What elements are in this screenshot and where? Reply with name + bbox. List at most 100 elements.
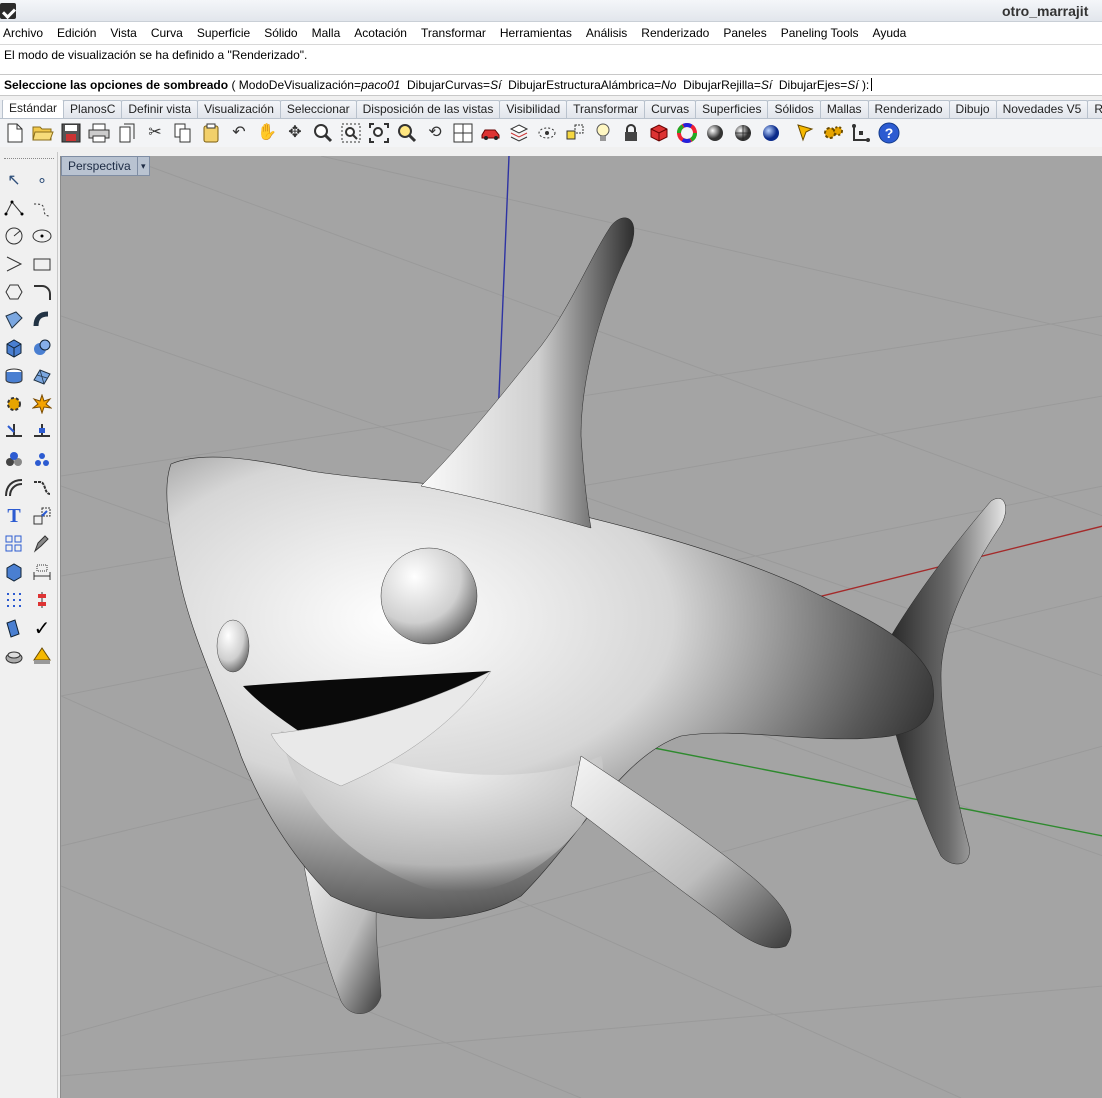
mesh-icon[interactable]: [28, 362, 56, 390]
layer-icon[interactable]: [508, 122, 530, 144]
tab-seleccionar[interactable]: Seleccionar: [279, 100, 357, 118]
text-icon[interactable]: T: [0, 502, 28, 530]
menu-paneling-tools[interactable]: Paneling Tools: [774, 26, 866, 40]
tab-visibilidad[interactable]: Visibilidad: [499, 100, 568, 118]
tab-definir-vista[interactable]: Definir vista: [121, 100, 199, 118]
zoom-selected-icon[interactable]: [396, 122, 418, 144]
osnap-icon[interactable]: [564, 122, 586, 144]
arc-icon[interactable]: [0, 250, 28, 278]
split-icon[interactable]: [28, 418, 56, 446]
option-draw-grid[interactable]: DibujarRejilla=Sí: [683, 78, 772, 92]
point-icon[interactable]: ∘: [28, 166, 56, 194]
solid-edit-icon[interactable]: [0, 558, 28, 586]
car-icon[interactable]: [480, 122, 502, 144]
zoom-window-icon[interactable]: [340, 122, 362, 144]
paint-icon[interactable]: [28, 642, 56, 670]
lock-icon[interactable]: [620, 122, 642, 144]
menu-acotacion[interactable]: Acotación: [347, 26, 414, 40]
menu-curva[interactable]: Curva: [144, 26, 190, 40]
save-icon[interactable]: [60, 122, 82, 144]
explode-icon[interactable]: [28, 390, 56, 418]
dimension-icon[interactable]: [28, 558, 56, 586]
tab-planosc[interactable]: PlanosC: [63, 100, 123, 118]
tab-estandar[interactable]: Estándar: [2, 100, 65, 118]
tab-renderizado[interactable]: Renderizado: [867, 100, 950, 118]
tab-solidos[interactable]: Sólidos: [767, 100, 821, 118]
tab-novedades-v5[interactable]: Novedades V5: [995, 100, 1089, 118]
fillet-icon[interactable]: [28, 278, 56, 306]
blend-icon[interactable]: [28, 474, 56, 502]
array-icon[interactable]: [0, 530, 28, 558]
new-file-icon[interactable]: [4, 122, 26, 144]
pointer-icon[interactable]: ↖: [0, 166, 28, 194]
grid-array-icon[interactable]: [0, 586, 28, 614]
menu-herramientas[interactable]: Herramientas: [493, 26, 579, 40]
rhino-app-icon[interactable]: [0, 3, 16, 19]
four-viewports-icon[interactable]: [452, 122, 474, 144]
perspective-viewport[interactable]: Perspectiva ▾: [60, 156, 1102, 1098]
paste-icon[interactable]: [200, 122, 222, 144]
menu-vista[interactable]: Vista: [103, 26, 143, 40]
menu-renderizado[interactable]: Renderizado: [634, 26, 716, 40]
sphere-shade-icon[interactable]: [732, 122, 754, 144]
rotate-view-icon[interactable]: ✥: [284, 122, 306, 144]
sidebar-grip[interactable]: [4, 158, 54, 161]
menu-paneles[interactable]: Paneles: [716, 26, 773, 40]
gear-icon[interactable]: [822, 122, 844, 144]
group-icon[interactable]: [28, 446, 56, 474]
menu-edicion[interactable]: Edición: [50, 26, 103, 40]
tab-mallas[interactable]: Mallas: [819, 100, 869, 118]
option-draw-axes[interactable]: DibujarEjes=Sí: [779, 78, 859, 92]
join-icon[interactable]: [0, 446, 28, 474]
zoom-extents-icon[interactable]: [368, 122, 390, 144]
option-draw-wireframe[interactable]: DibujarEstructuraAlámbrica=No: [508, 78, 676, 92]
tab-curvas[interactable]: Curvas: [644, 100, 697, 118]
tab-superficies[interactable]: Superficies: [695, 100, 769, 118]
option-display-mode[interactable]: ModoDeVisualización=paco01: [239, 78, 401, 92]
box-icon[interactable]: [0, 334, 28, 362]
render-icon[interactable]: [0, 642, 28, 670]
undo-icon[interactable]: ↶: [228, 122, 250, 144]
tab-referencia[interactable]: Refere: [1087, 100, 1102, 118]
menu-transformar[interactable]: Transformar: [414, 26, 493, 40]
select-icon[interactable]: [536, 122, 558, 144]
menu-malla[interactable]: Malla: [305, 26, 348, 40]
zoom-icon[interactable]: [312, 122, 334, 144]
help-icon[interactable]: ?: [878, 122, 900, 144]
curve-icon[interactable]: [28, 194, 56, 222]
polygon-icon[interactable]: [0, 278, 28, 306]
menu-solido[interactable]: Sólido: [257, 26, 304, 40]
trim-icon[interactable]: [0, 418, 28, 446]
cylinder-icon[interactable]: [0, 362, 28, 390]
chevron-down-icon[interactable]: ▾: [136, 157, 149, 175]
ellipse-icon[interactable]: [28, 222, 56, 250]
menu-analisis[interactable]: Análisis: [579, 26, 634, 40]
offset-icon[interactable]: [0, 474, 28, 502]
edit-icon[interactable]: [28, 530, 56, 558]
polyline-icon[interactable]: [0, 194, 28, 222]
loft-icon[interactable]: [28, 306, 56, 334]
pen-icon[interactable]: [794, 122, 816, 144]
print-icon[interactable]: [88, 122, 110, 144]
rectangle-icon[interactable]: [28, 250, 56, 278]
command-prompt[interactable]: Seleccione las opciones de sombreado ( M…: [0, 74, 1102, 96]
tab-transformar[interactable]: Transformar: [566, 100, 646, 118]
tab-visualizacion[interactable]: Visualización: [197, 100, 281, 118]
gear-tool-icon[interactable]: [0, 390, 28, 418]
copy-icon[interactable]: [172, 122, 194, 144]
light-icon[interactable]: [592, 122, 614, 144]
option-draw-curves[interactable]: DibujarCurvas=Sí: [407, 78, 501, 92]
menu-ayuda[interactable]: Ayuda: [866, 26, 914, 40]
pan-icon[interactable]: ✋: [256, 122, 278, 144]
color-wheel-icon[interactable]: [676, 122, 698, 144]
tab-dibujo[interactable]: Dibujo: [948, 100, 997, 118]
tab-disposicion-vistas[interactable]: Disposición de las vistas: [355, 100, 501, 118]
sphere-render-icon[interactable]: [704, 122, 726, 144]
import-icon[interactable]: [116, 122, 138, 144]
analyze-icon[interactable]: [0, 614, 28, 642]
check-icon[interactable]: ✓: [28, 614, 56, 642]
cut-icon[interactable]: ✂: [144, 122, 166, 144]
circle-icon[interactable]: [0, 222, 28, 250]
menu-archivo[interactable]: Archivo: [2, 26, 50, 40]
sphere-blue-icon[interactable]: [760, 122, 782, 144]
